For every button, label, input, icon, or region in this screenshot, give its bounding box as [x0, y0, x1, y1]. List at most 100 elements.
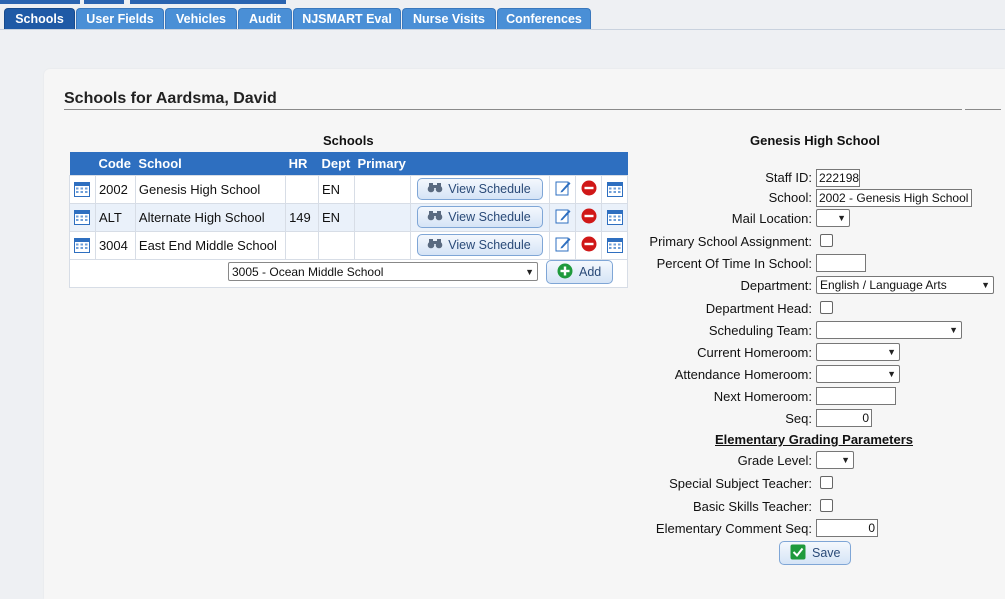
elem-comment-seq-label: Elementary Comment Seq:	[655, 521, 812, 536]
chevron-down-icon: ▼	[949, 325, 958, 335]
row-hr	[285, 230, 319, 260]
row-primary	[353, 230, 411, 260]
tab-conferences[interactable]: Conferences	[497, 8, 591, 29]
row-delete-cell	[575, 202, 602, 232]
view-schedule-button[interactable]: View Schedule	[417, 206, 543, 228]
calendar-icon[interactable]	[606, 238, 623, 254]
primary-assignment-checkbox[interactable]	[820, 234, 833, 247]
row-school: East End Middle School	[134, 230, 287, 260]
row-code: ALT	[94, 202, 136, 232]
tab-njsmart-eval[interactable]: NJSMART Eval	[293, 8, 401, 29]
header-school: School	[135, 152, 286, 175]
view-schedule-button[interactable]: View Schedule	[417, 178, 543, 200]
department-label: Department:	[740, 278, 812, 293]
calendar-icon[interactable]	[606, 182, 623, 198]
percent-time-label: Percent Of Time In School:	[656, 256, 812, 271]
current-homeroom-label: Current Homeroom:	[697, 345, 812, 360]
header-primary: Primary	[354, 152, 411, 175]
percent-time-field[interactable]	[816, 254, 866, 272]
tab-bar: Schools User Fields Vehicles Audit NJSMA…	[0, 8, 1005, 30]
add-school-select[interactable]: 3005 - Ocean Middle School ▼	[228, 262, 538, 281]
header-icon-col	[69, 152, 96, 175]
chevron-down-icon: ▼	[525, 266, 534, 277]
tab-nurse-visits[interactable]: Nurse Visits	[402, 8, 496, 29]
binoculars-icon	[427, 182, 443, 196]
row-calendar-cell	[69, 202, 96, 232]
row-hr	[285, 174, 319, 204]
grade-level-select[interactable]: ▼	[816, 451, 854, 469]
add-school-button[interactable]: Add	[546, 260, 613, 284]
checkmark-icon	[790, 544, 806, 563]
scheduling-team-label: Scheduling Team:	[708, 323, 812, 338]
tab-vehicles[interactable]: Vehicles	[165, 8, 237, 29]
current-homeroom-select[interactable]: ▼	[816, 343, 900, 361]
calendar-icon[interactable]	[74, 210, 91, 226]
basic-skills-label: Basic Skills Teacher:	[693, 499, 812, 514]
department-value: English / Language Arts	[820, 278, 947, 292]
binoculars-icon	[427, 210, 443, 224]
department-head-checkbox[interactable]	[820, 301, 833, 314]
elementary-grading-heading: Elementary Grading Parameters	[715, 432, 913, 447]
seq-label: Seq:	[785, 411, 812, 426]
delete-icon[interactable]	[581, 208, 597, 227]
next-homeroom-label: Next Homeroom:	[713, 389, 812, 404]
row-school: Alternate High School	[134, 202, 287, 232]
detail-title: Genesis High School	[750, 133, 881, 148]
top-strip	[0, 0, 1005, 6]
binoculars-icon	[427, 238, 443, 252]
plus-circle-icon	[557, 263, 573, 282]
row-actions: View Schedule	[409, 202, 551, 232]
table-row: 2002 Genesis High School EN View Schedul…	[69, 174, 628, 204]
table-row: 3004 East End Middle School View Schedul…	[69, 230, 628, 260]
row-actions: View Schedule	[409, 174, 551, 204]
calendar-icon[interactable]	[74, 238, 91, 254]
tab-user-fields[interactable]: User Fields	[76, 8, 164, 29]
title-divider	[64, 109, 962, 110]
department-select[interactable]: English / Language Arts ▼	[816, 276, 994, 294]
seq-field[interactable]: 0	[816, 409, 872, 427]
edit-icon[interactable]	[555, 237, 571, 255]
attendance-homeroom-select[interactable]: ▼	[816, 365, 900, 383]
mail-location-select[interactable]: ▼	[816, 209, 850, 227]
row-edit-cell	[549, 202, 577, 232]
delete-icon[interactable]	[581, 236, 597, 255]
table-row: ALT Alternate High School 149 EN View Sc…	[69, 202, 628, 232]
chevron-down-icon: ▼	[841, 455, 850, 465]
elem-comment-seq-field[interactable]: 0	[816, 519, 878, 537]
row-calendar2-cell	[601, 174, 628, 204]
row-actions: View Schedule	[409, 230, 551, 260]
edit-icon[interactable]	[555, 209, 571, 227]
special-subject-checkbox[interactable]	[820, 476, 833, 489]
schools-section-title: Schools	[323, 133, 374, 148]
edit-icon[interactable]	[555, 181, 571, 199]
calendar-icon[interactable]	[74, 182, 91, 198]
row-calendar2-cell	[601, 230, 628, 260]
row-edit-cell	[549, 174, 577, 204]
attendance-homeroom-label: Attendance Homeroom:	[674, 367, 812, 382]
chevron-down-icon: ▼	[887, 369, 896, 379]
next-homeroom-field[interactable]	[816, 387, 896, 405]
row-delete-cell	[575, 174, 602, 204]
row-calendar-cell	[69, 230, 96, 260]
calendar-icon[interactable]	[606, 210, 623, 226]
tab-schools[interactable]: Schools	[4, 8, 75, 29]
chevron-down-icon: ▼	[887, 347, 896, 357]
save-button[interactable]: Save	[779, 541, 851, 565]
title-divider-end	[965, 109, 1001, 110]
basic-skills-checkbox[interactable]	[820, 499, 833, 512]
school-label: School:	[768, 190, 812, 205]
view-schedule-button[interactable]: View Schedule	[417, 234, 543, 256]
add-school-select-value: 3005 - Ocean Middle School	[232, 264, 384, 279]
row-primary	[353, 202, 411, 232]
delete-icon[interactable]	[581, 180, 597, 199]
row-dept	[317, 230, 355, 260]
special-subject-label: Special Subject Teacher:	[669, 476, 812, 491]
staff-id-field[interactable]: 222198	[816, 169, 860, 187]
view-schedule-label: View Schedule	[448, 210, 531, 224]
school-field[interactable]: 2002 - Genesis High School	[816, 189, 972, 207]
header-dept: Dept	[318, 152, 355, 175]
scheduling-team-select[interactable]: ▼	[816, 321, 962, 339]
row-dept: EN	[317, 202, 355, 232]
tab-audit[interactable]: Audit	[238, 8, 292, 29]
mail-location-label: Mail Location:	[731, 211, 812, 226]
